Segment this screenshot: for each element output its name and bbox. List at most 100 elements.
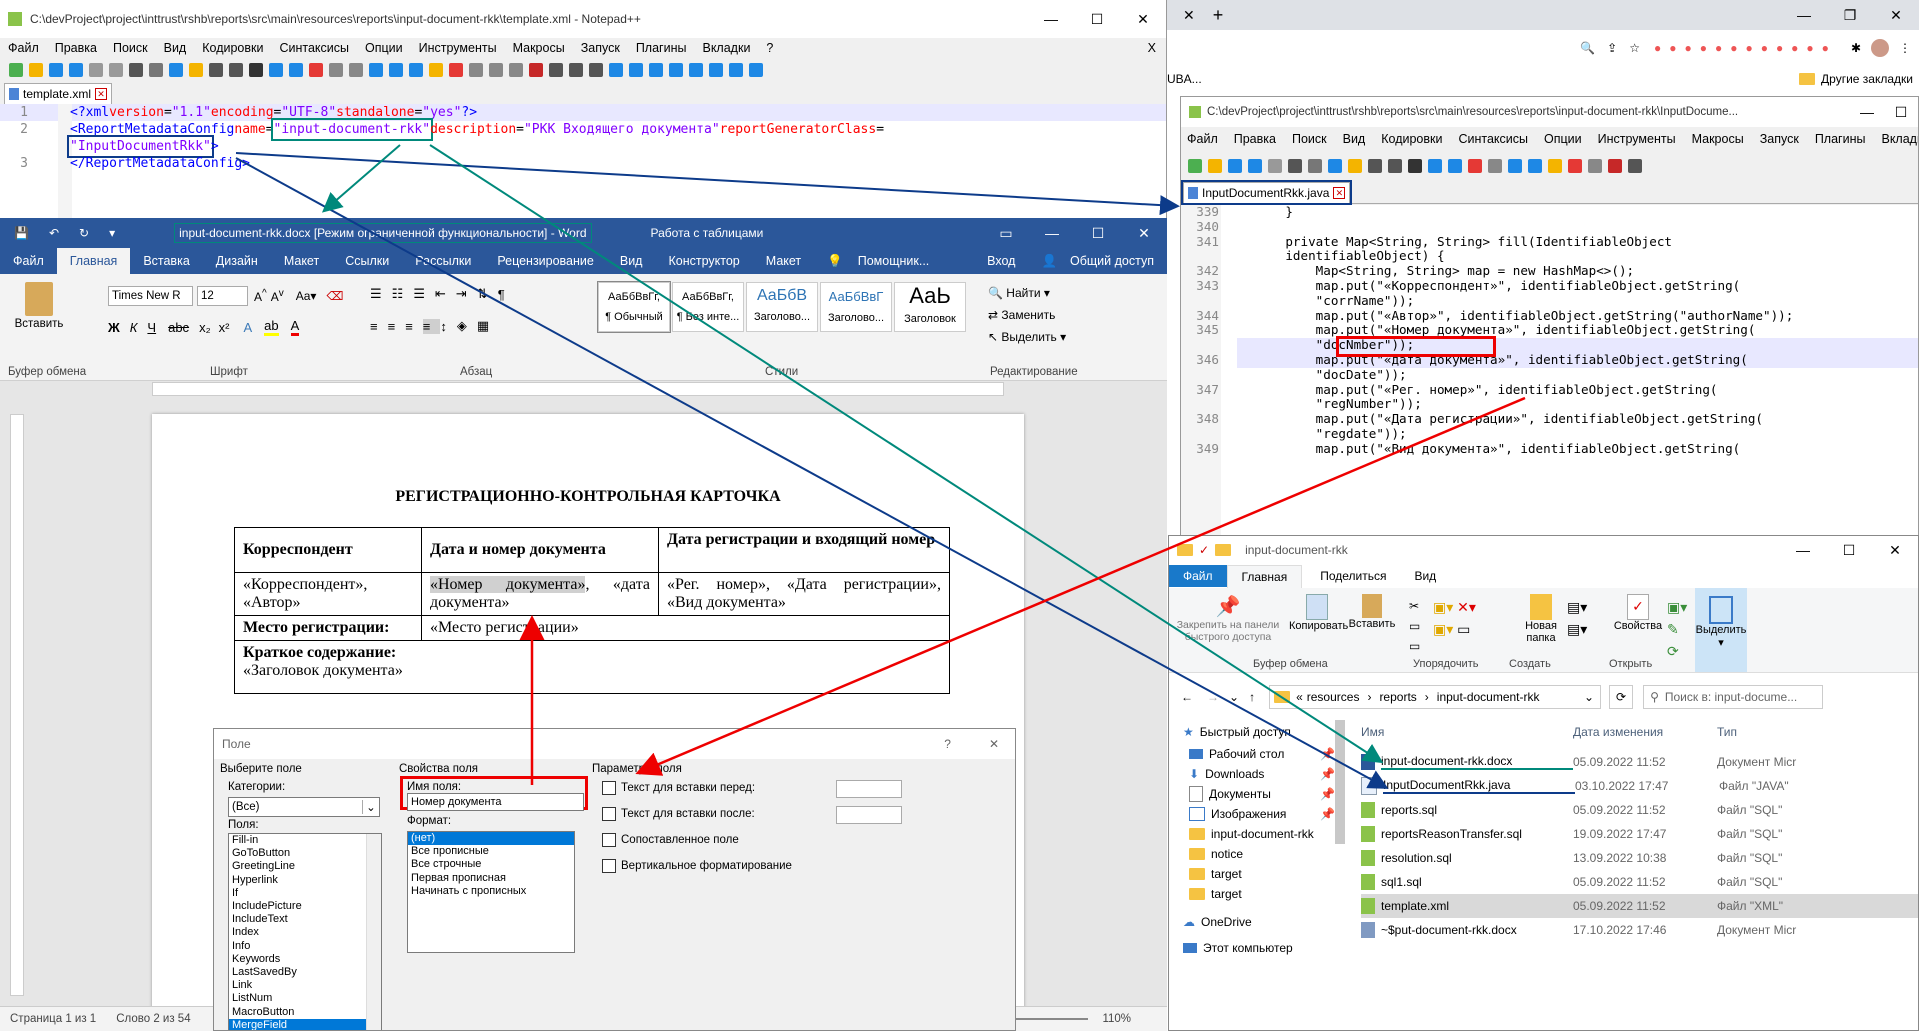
doc-map-icon[interactable] <box>449 63 463 77</box>
align-right-icon[interactable]: ≡ <box>405 319 423 334</box>
doc-map-icon[interactable] <box>1568 159 1582 173</box>
list-item[interactable]: Начинать с прописных <box>408 885 574 898</box>
all-chars-icon[interactable] <box>1528 159 1542 173</box>
undo-icon[interactable] <box>209 63 223 77</box>
save-icon[interactable] <box>49 63 63 77</box>
tab-references[interactable]: Ссылки <box>332 254 402 268</box>
select-button[interactable]: Выделить ▾ <box>1695 588 1747 672</box>
list-item[interactable]: If <box>229 887 381 900</box>
monitor-icon[interactable] <box>509 63 523 77</box>
list-item[interactable]: Index <box>229 926 381 939</box>
find-icon[interactable] <box>1408 159 1422 173</box>
checkbox[interactable] <box>602 781 616 795</box>
menu-encoding[interactable]: Кодировки <box>1381 132 1442 146</box>
save-all-icon[interactable] <box>69 63 83 77</box>
paragraph-tools-2[interactable]: ≡ ≡ ≡ ≡ ↕ ◈ ▦ <box>370 318 499 334</box>
multilevel-icon[interactable]: ☰ <box>413 286 435 302</box>
print-icon[interactable] <box>129 63 143 77</box>
other-bookmarks[interactable]: Другие закладки <box>1821 72 1913 86</box>
style-title[interactable]: АаЬ Заголовок <box>894 282 966 332</box>
redo-icon[interactable] <box>229 63 243 77</box>
paste-button[interactable]: Вставить <box>1347 594 1397 630</box>
tab-close-icon[interactable]: ✕ <box>1183 7 1195 24</box>
cut-icon[interactable] <box>1308 159 1322 173</box>
replace-button[interactable]: ⇄ Заменить <box>988 304 1066 326</box>
borders-icon[interactable]: ▦ <box>477 318 499 334</box>
quick-access-icons[interactable]: ✓ <box>1199 543 1209 557</box>
minimize-icon[interactable]: — <box>1780 542 1826 558</box>
copy-icon[interactable] <box>169 63 183 77</box>
open-file-icon[interactable] <box>1208 159 1222 173</box>
file-row-selected[interactable]: template.xml 05.09.2022 11:52 Файл "XML" <box>1361 894 1918 918</box>
tabs-icon-2[interactable] <box>649 63 663 77</box>
puzzle-icon[interactable]: ✱ <box>1851 41 1861 55</box>
list-item[interactable]: Hyperlink <box>229 874 381 887</box>
list-item[interactable]: MacroButton <box>229 1006 381 1019</box>
copy-to-icon[interactable]: ▣▾ <box>1433 621 1453 637</box>
list-item-selected[interactable]: MergeField <box>229 1018 381 1030</box>
editor[interactable]: 1 <? xml version = "1.1" encoding = "UTF-8" s… <box>0 104 1166 218</box>
shrink-font-icon[interactable]: Av <box>271 288 284 304</box>
rename-icon[interactable]: ▭ <box>1457 621 1470 637</box>
menu-plugins[interactable]: Плагины <box>636 41 687 55</box>
func-list-icon[interactable] <box>469 63 483 77</box>
nav-folder[interactable]: target <box>1175 884 1341 904</box>
nav-desktop[interactable]: Рабочий стол 📌 <box>1175 744 1341 764</box>
redo-icon[interactable] <box>1388 159 1402 173</box>
tab-input-document-rkk-java[interactable]: InputDocumentRkk.java ✕ <box>1181 179 1353 205</box>
list-item[interactable]: ListNum <box>229 992 381 1005</box>
menu-edit[interactable]: Правка <box>55 41 97 55</box>
menu-language[interactable]: Синтаксисы <box>279 41 349 55</box>
paste-icon[interactable] <box>1348 159 1362 173</box>
italic-icon[interactable]: К <box>130 320 138 335</box>
menu-macro[interactable]: Макросы <box>513 41 565 55</box>
dialog-close-icon[interactable]: ✕ <box>989 737 999 751</box>
save-icon[interactable]: 💾 <box>14 226 29 240</box>
col-date[interactable]: Дата изменения <box>1573 725 1717 739</box>
tab-view[interactable]: Вид <box>1404 565 1446 587</box>
tab-design[interactable]: Дизайн <box>203 254 271 268</box>
menu-file[interactable]: Файл <box>8 41 39 55</box>
style-heading-1[interactable]: АаБбВ Заголово... <box>746 282 818 332</box>
option-text-after[interactable]: Текст для вставки после: <box>602 807 755 821</box>
categories-select[interactable]: (Все) ⌄ <box>228 797 380 817</box>
copy-icon[interactable] <box>1328 159 1342 173</box>
align-left-icon[interactable]: ≡ <box>370 319 388 334</box>
replace-icon[interactable] <box>1428 159 1442 173</box>
field-name-input[interactable]: Номер документа <box>407 793 584 811</box>
minimize-icon[interactable]: — <box>1029 225 1075 241</box>
find-button[interactable]: 🔍 Найти ▾ <box>988 282 1066 304</box>
menu-file[interactable]: Файл <box>1187 132 1218 146</box>
horizontal-ruler[interactable] <box>152 382 1004 396</box>
tabs-icon-7[interactable] <box>749 63 763 77</box>
file-row[interactable]: resolution.sql 13.09.2022 10:38 Файл "SQL" <box>1361 846 1918 870</box>
close-all-icon[interactable] <box>109 63 123 77</box>
style-heading-2[interactable]: АаБбВвГ Заголово... <box>820 282 892 332</box>
col-name[interactable]: Имя <box>1361 725 1573 739</box>
new-tab-icon[interactable]: + <box>1213 5 1224 26</box>
tab-close-icon[interactable]: ✕ <box>1333 186 1346 199</box>
menu-view[interactable]: Вид <box>1343 132 1366 146</box>
menu-plugins[interactable]: Плагины <box>1815 132 1866 146</box>
tab-file[interactable]: Файл <box>1169 565 1227 587</box>
underline-icon[interactable]: Ч <box>147 320 156 335</box>
list-item[interactable]: Все прописные <box>408 845 574 858</box>
line-spacing-icon[interactable]: ↕ <box>440 319 457 334</box>
bold-icon[interactable]: Ж <box>108 320 120 335</box>
menu-help[interactable]: ? <box>766 41 773 55</box>
record-icon[interactable] <box>1608 159 1622 173</box>
superscript-icon[interactable]: x² <box>219 320 230 335</box>
wrap-icon[interactable] <box>1508 159 1522 173</box>
subscript-icon[interactable]: x₂ <box>199 320 211 335</box>
menu-window[interactable]: Вкладки <box>702 41 750 55</box>
move-icon[interactable]: ▣▾ <box>1433 599 1453 615</box>
sync-h-icon[interactable] <box>349 63 363 77</box>
text-after-input[interactable] <box>836 806 902 824</box>
select-button[interactable]: ↖ Выделить ▾ <box>988 326 1066 348</box>
properties-button[interactable]: ✓ Свойства <box>1613 594 1663 632</box>
close-icon[interactable]: ✕ <box>1873 7 1919 24</box>
tab-close-icon[interactable]: ✕ <box>95 87 108 100</box>
delete-icon[interactable]: ✕▾ <box>1457 599 1476 615</box>
list-item[interactable]: LastSavedBy <box>229 966 381 979</box>
nav-documents[interactable]: Документы 📌 <box>1175 784 1341 804</box>
